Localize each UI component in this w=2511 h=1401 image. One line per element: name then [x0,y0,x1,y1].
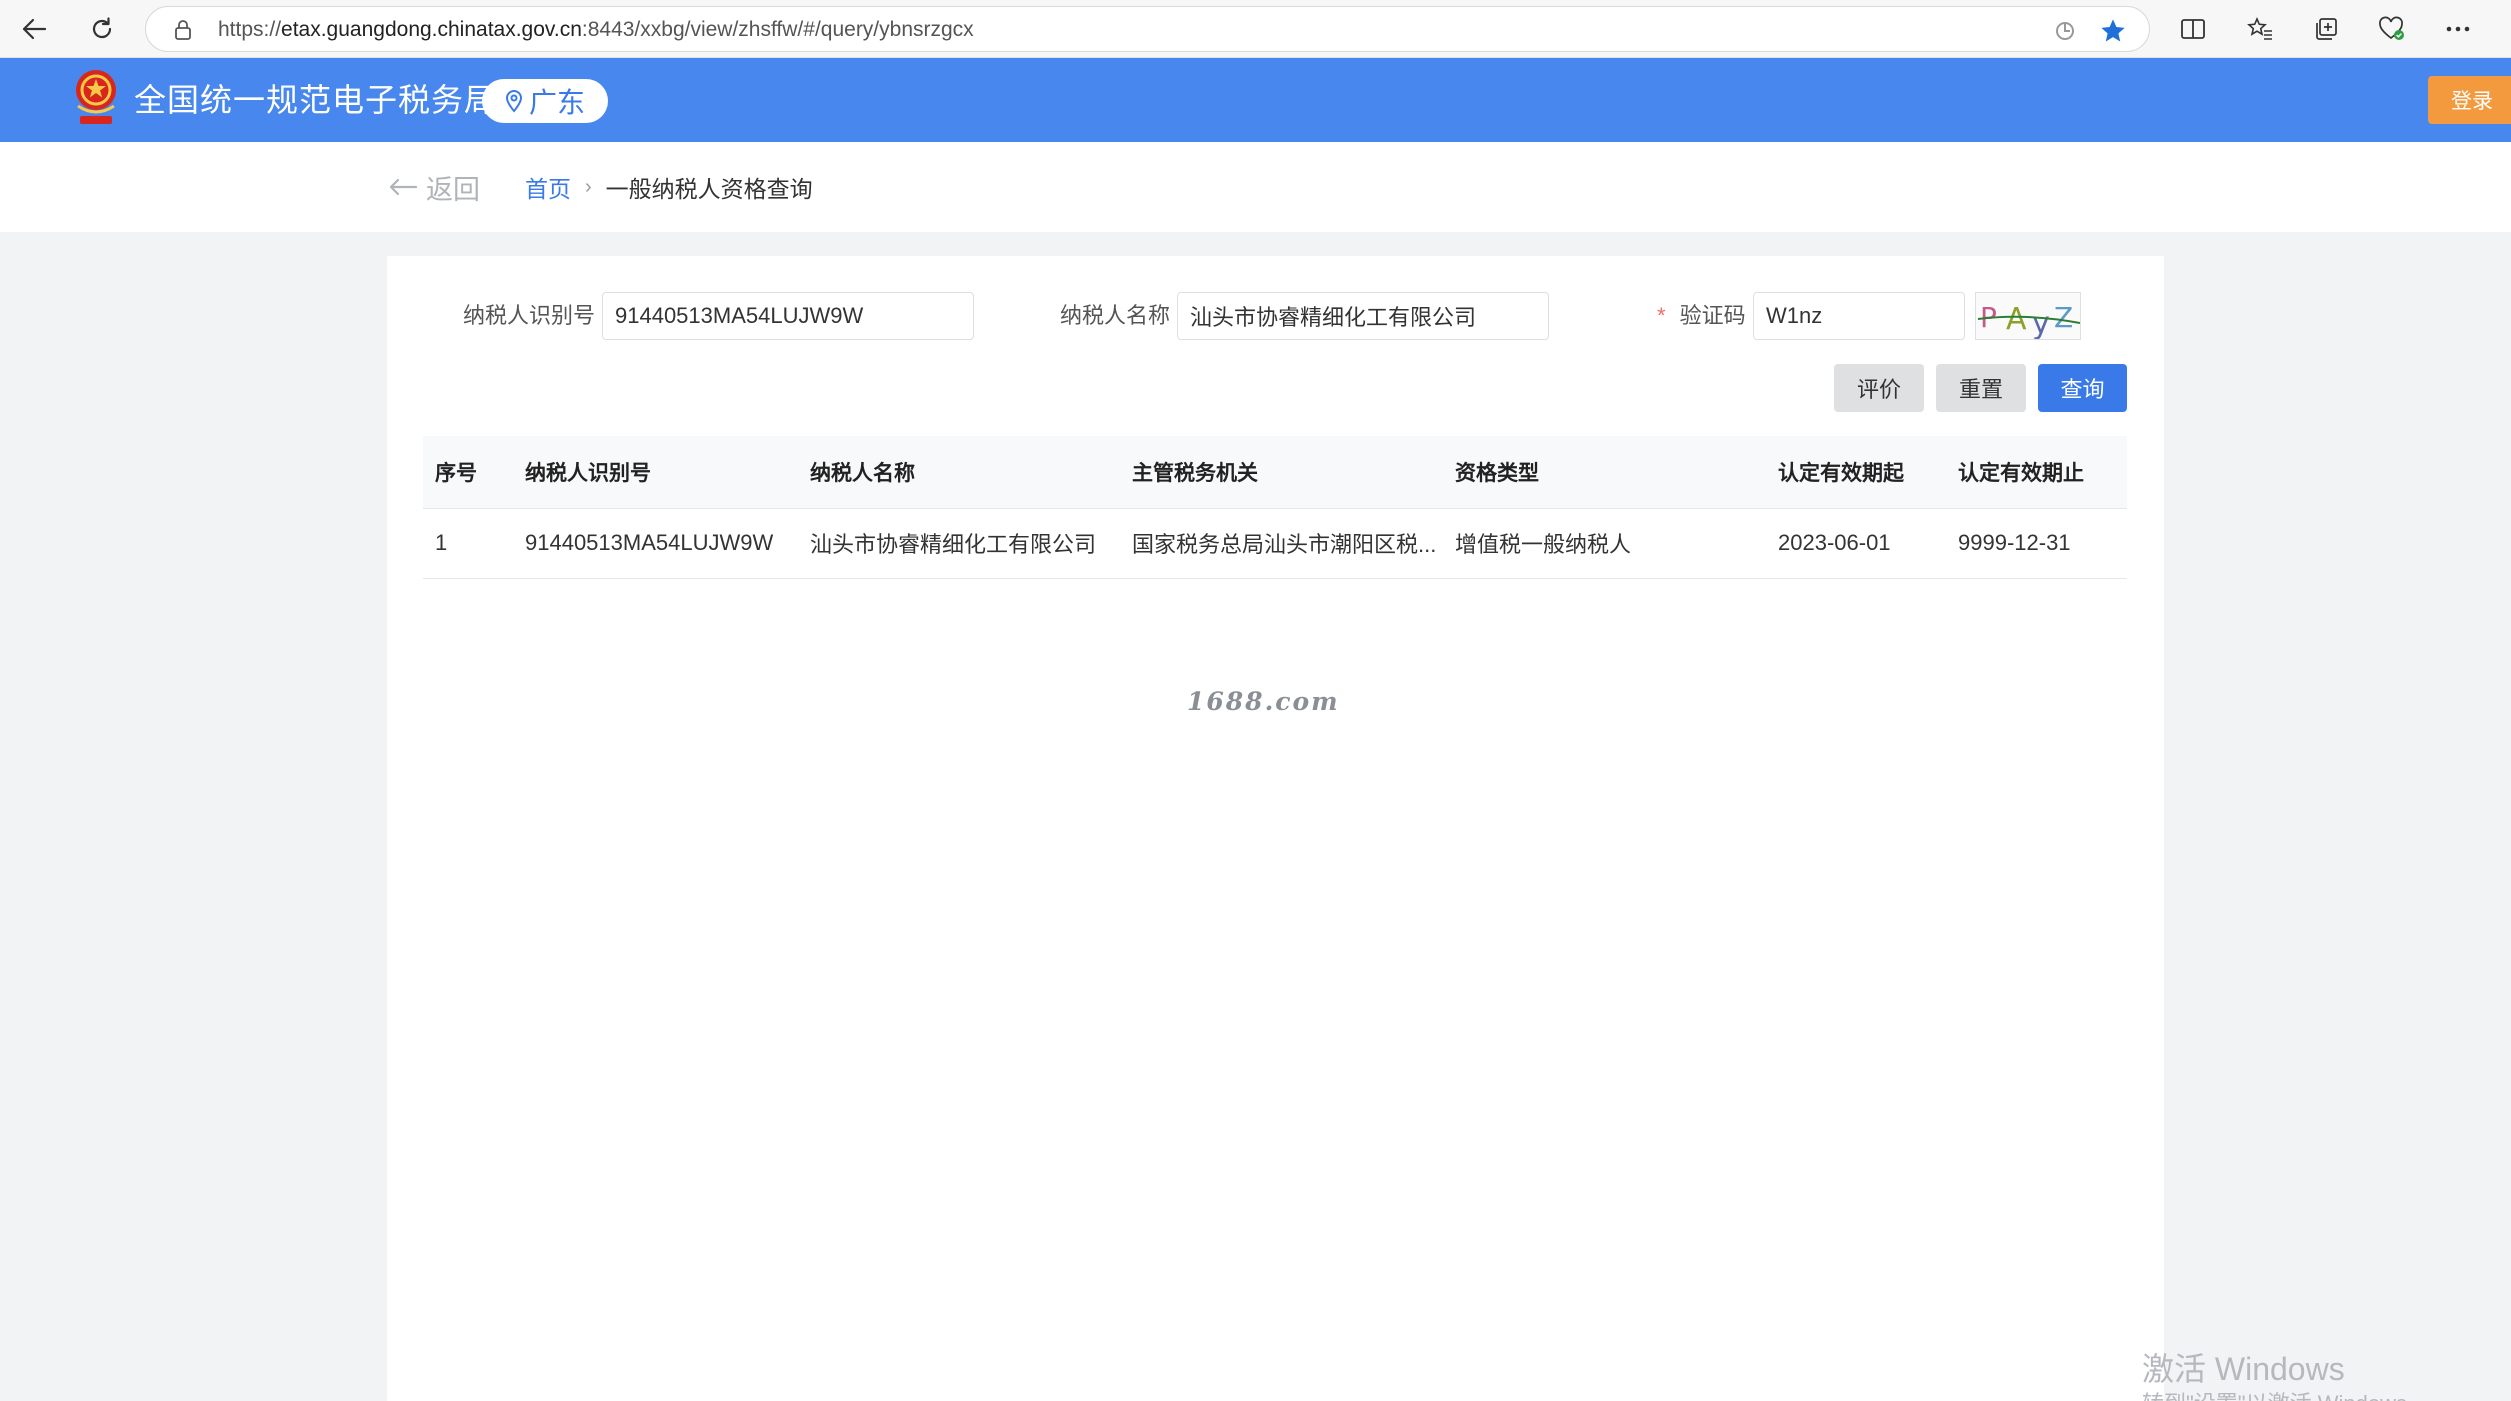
browser-toolbar: https://etax.guangdong.chinatax.gov.cn:8… [0,0,2511,58]
region-selector[interactable]: 广东 [482,79,608,123]
table-cell: 1 [423,508,513,579]
back-icon [389,178,418,196]
captcha-image[interactable]: P A y Z [1975,292,2081,340]
location-pin-icon [505,89,522,113]
watermark: 1688.com [1187,687,1340,716]
query-button[interactable]: 查询 [2038,364,2127,412]
reset-button[interactable]: 重置 [1936,364,2026,412]
column-header: 认定有效期起 [1766,436,1946,509]
table-cell: 91440513MA54LUJW9W [513,508,798,579]
national-emblem-icon [70,66,122,130]
favorites-icon[interactable] [2242,12,2278,46]
captcha-char: Z [2054,301,2073,334]
column-header: 纳税人识别号 [513,436,798,509]
column-header: 认定有效期止 [1946,436,2127,509]
table-cell: 2023-06-01 [1766,508,1946,579]
table-cell: 9999-12-31 [1946,508,2127,579]
evaluate-button[interactable]: 评价 [1834,364,1924,412]
login-button[interactable]: 登录 [2428,76,2511,124]
site-header: 全国统一规范电子税务局 广东 登录 [0,58,2511,142]
reload-icon[interactable] [82,10,122,48]
table-cell: 汕头市协睿精细化工有限公司 [798,508,1120,579]
lock-icon[interactable] [174,19,192,46]
taxpayer-id-label: 纳税人识别号 [463,303,596,328]
back-arrow-icon[interactable] [14,10,54,48]
breadcrumb-bar: 返回 首页 › 一般纳税人资格查询 [0,142,2511,232]
health-icon[interactable] [2374,12,2410,46]
windows-activation-subtitle: 转到"设置"以激活 Windows。 [2142,1386,2429,1401]
table-cell: 增值税一般纳税人 [1443,508,1766,579]
table-cell: 国家税务总局汕头市潮阳区税... [1120,508,1443,579]
windows-activation-title: 激活 Windows [2142,1351,2345,1387]
captcha-char: A [2006,302,2027,337]
query-card: 纳税人识别号 纳税人名称 * 验证码 P A y Z 评价 重置 查询 序号 纳税… [387,256,2164,1401]
results-table: 序号 纳税人识别号 纳税人名称 主管税务机关 资格类型 认定有效期起 认定有效期… [423,436,2127,579]
split-screen-icon[interactable] [2175,12,2211,46]
more-icon[interactable] [2440,12,2476,46]
taxpayer-name-input[interactable] [1177,292,1549,340]
column-header: 纳税人名称 [798,436,1120,509]
star-icon[interactable] [2099,17,2127,50]
breadcrumb: 首页 › 一般纳税人资格查询 [525,142,813,232]
breadcrumb-home[interactable]: 首页 [525,170,571,204]
taxpayer-name-label: 纳税人名称 [1060,303,1171,328]
column-header: 主管税务机关 [1120,436,1443,509]
back-link[interactable]: 返回 [388,142,480,232]
translate-icon[interactable] [2053,19,2077,48]
url-text: https://etax.guangdong.chinatax.gov.cn:8… [218,18,974,41]
region-label: 广东 [528,87,585,118]
breadcrumb-separator: › [585,175,592,198]
captcha-label: * 验证码 [1657,292,1746,340]
breadcrumb-current: 一般纳税人资格查询 [605,176,813,202]
back-label: 返回 [426,174,480,205]
table-row: 1 91440513MA54LUJW9W 汕头市协睿精细化工有限公司 国家税务总… [423,508,2127,579]
site-title: 全国统一规范电子税务局 [134,82,498,118]
captcha-char: y [2032,306,2050,340]
required-mark: * [1657,303,1666,328]
column-header: 资格类型 [1443,436,1766,509]
collections-icon[interactable] [2308,12,2344,46]
taxpayer-id-input[interactable] [602,292,974,340]
table-header-row: 序号 纳税人识别号 纳税人名称 主管税务机关 资格类型 认定有效期起 认定有效期… [423,436,2127,509]
column-header: 序号 [423,436,513,509]
captcha-input[interactable] [1753,292,1965,340]
captcha-label-text: 验证码 [1679,303,1746,328]
address-bar[interactable]: https://etax.guangdong.chinatax.gov.cn:8… [145,6,2150,52]
